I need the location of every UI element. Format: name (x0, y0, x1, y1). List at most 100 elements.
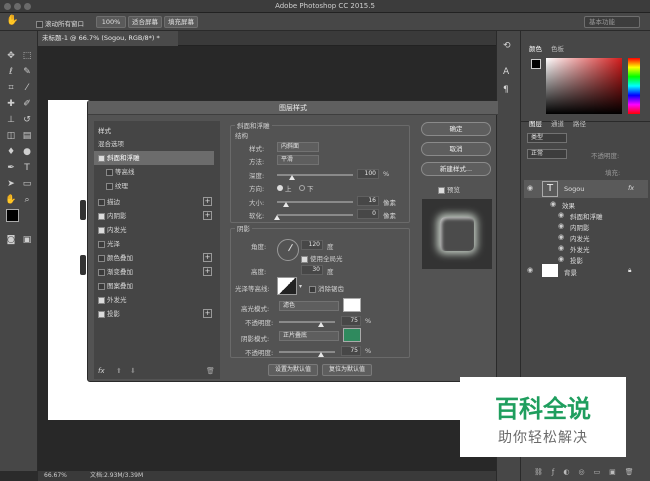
effect-row[interactable]: ◉ 斜面和浮雕 (524, 210, 648, 221)
checkbox-icon[interactable] (438, 186, 445, 194)
shadow-color-swatch[interactable] (343, 328, 361, 342)
eyedropper-tool-icon[interactable]: ⁄ (20, 81, 34, 95)
technique-select[interactable]: 平滑 (277, 155, 319, 165)
layer-filter-select[interactable]: 类型 (527, 133, 567, 143)
shadow-opacity-knob[interactable] (318, 352, 324, 357)
styles-header[interactable]: 样式 (98, 125, 111, 135)
checkbox-icon[interactable] (98, 296, 105, 304)
brush-tool-icon[interactable]: ✐ (20, 97, 34, 111)
effect-row[interactable]: ◉ 外发光 (524, 243, 648, 254)
zoom-100-button[interactable]: 100% (96, 16, 126, 28)
gloss-contour-swatch[interactable] (277, 277, 297, 295)
style-item-color-overlay[interactable]: 颜色叠加 + (94, 251, 214, 265)
fx-badge[interactable]: fx (628, 184, 634, 192)
highlight-opacity-input[interactable]: 75 (341, 316, 361, 326)
dodge-tool-icon[interactable]: ● (20, 145, 34, 159)
style-item-drop-shadow[interactable]: 投影 + (94, 307, 214, 321)
radio-selected-icon[interactable] (277, 185, 283, 191)
size-input[interactable]: 16 (357, 196, 379, 206)
shape-tool-icon[interactable]: ▭ (20, 177, 34, 191)
direction-up-radio[interactable]: 上 (277, 183, 292, 193)
soften-slider-track[interactable] (277, 214, 353, 216)
altitude-input[interactable]: 30 (301, 265, 323, 275)
quick-mask-icon[interactable]: ◙ (4, 233, 18, 247)
tab-layers[interactable]: 图层 (529, 118, 542, 128)
style-item-bevel-emboss[interactable]: 斜面和浮雕 (94, 151, 214, 165)
quick-select-tool-icon[interactable]: ✎ (20, 65, 34, 79)
add-effect-icon[interactable]: + (203, 253, 212, 262)
zoom-tool-icon[interactable]: ⌕ (20, 193, 34, 207)
blur-tool-icon[interactable]: ♦ (4, 145, 18, 159)
history-panel-icon[interactable]: ⟲ (503, 41, 511, 51)
tab-swatches[interactable]: 色板 (551, 43, 564, 53)
checkbox-icon[interactable] (98, 268, 105, 276)
preview-option[interactable]: 预览 (438, 184, 460, 194)
checkbox-icon[interactable] (301, 255, 308, 263)
layers-footer-icons[interactable]: ⛓ƒ◐◎▭▣🗑︎ (524, 468, 648, 478)
checkbox-icon[interactable] (98, 310, 105, 318)
eraser-tool-icon[interactable]: ◫ (4, 129, 18, 143)
minimize-window-button[interactable] (14, 3, 21, 10)
healing-brush-tool-icon[interactable]: ✚ (4, 97, 18, 111)
soften-slider-knob[interactable] (274, 215, 280, 220)
effect-eye-icon[interactable]: ◉ (558, 211, 564, 219)
effect-eye-icon[interactable]: ◉ (558, 233, 564, 241)
style-item-texture[interactable]: 纹理 (94, 179, 214, 193)
style-item-inner-shadow[interactable]: 内阴影 + (94, 209, 214, 223)
crop-tool-icon[interactable]: ⌗ (4, 81, 18, 95)
gradient-tool-icon[interactable]: ▤ (20, 129, 34, 143)
fx-menu-button[interactable]: fx (98, 367, 105, 375)
tab-color[interactable]: 颜色 (529, 43, 542, 53)
effect-row[interactable]: ◉ 内发光 (524, 232, 648, 243)
checkbox-icon[interactable] (309, 285, 316, 293)
size-slider-knob[interactable] (283, 202, 290, 207)
zoom-window-button[interactable] (24, 3, 31, 10)
color-picker-field[interactable] (546, 58, 622, 114)
style-item-contour[interactable]: 等高线 (94, 165, 214, 179)
move-up-icon[interactable]: ⬆ (116, 367, 122, 375)
style-item-pattern-overlay[interactable]: 图案叠加 (94, 279, 214, 293)
style-item-inner-glow[interactable]: 内发光 (94, 223, 214, 237)
checkbox-icon[interactable] (98, 254, 105, 262)
style-item-blending-options[interactable]: 混合选项 (94, 137, 214, 151)
highlight-mode-select[interactable]: 滤色 (279, 301, 339, 311)
highlight-color-swatch[interactable] (343, 298, 361, 312)
scroll-all-windows-option[interactable]: 滚动所有窗口 (36, 18, 84, 28)
antialias-option[interactable]: 消除锯齿 (309, 283, 344, 293)
blend-mode-select[interactable]: 正常 (527, 149, 567, 159)
visibility-eye-icon[interactable]: ◉ (527, 184, 533, 192)
layer-row-background[interactable]: ◉ 背景 🔒︎ (524, 263, 648, 279)
pen-tool-icon[interactable]: ✒ (4, 161, 18, 175)
style-item-satin[interactable]: 光泽 (94, 237, 214, 251)
checkbox-icon[interactable] (98, 240, 105, 248)
checkbox-icon[interactable] (106, 182, 113, 190)
add-effect-icon[interactable]: + (203, 267, 212, 276)
effect-eye-icon[interactable]: ◉ (558, 244, 564, 252)
path-select-tool-icon[interactable]: ➤ (4, 177, 18, 191)
checkbox-icon[interactable] (98, 198, 105, 206)
checkbox-icon[interactable] (98, 212, 105, 220)
effects-row[interactable]: ◉ 效果 (524, 199, 648, 210)
layer-row-sogou[interactable]: ◉ T Sogou fx (524, 180, 648, 198)
type-tool-icon[interactable]: T (20, 161, 34, 175)
highlight-opacity-track[interactable] (279, 321, 335, 323)
shadow-opacity-input[interactable]: 75 (341, 346, 361, 356)
clone-stamp-tool-icon[interactable]: ⊥ (4, 113, 18, 127)
soften-input[interactable]: 0 (357, 209, 379, 219)
checkbox-icon[interactable] (98, 154, 105, 162)
bevel-style-select[interactable]: 内斜面 (277, 142, 319, 152)
chevron-down-icon[interactable]: ▾ (299, 283, 302, 290)
close-window-button[interactable] (4, 3, 11, 10)
effect-eye-icon[interactable]: ◉ (558, 222, 564, 230)
workspace-select[interactable]: 基本功能 (584, 16, 640, 28)
tab-channels[interactable]: 通道 (551, 118, 564, 128)
highlight-opacity-knob[interactable] (318, 322, 324, 327)
global-light-option[interactable]: 使用全局光 (301, 253, 343, 263)
ok-button[interactable]: 确定 (421, 122, 491, 136)
effect-eye-icon[interactable]: ◉ (558, 255, 564, 263)
angle-dial-icon[interactable] (277, 239, 299, 261)
visibility-eye-icon[interactable]: ◉ (527, 266, 533, 274)
add-effect-icon[interactable]: + (203, 197, 212, 206)
fit-screen-button[interactable]: 适合屏幕 (128, 16, 162, 28)
hue-slider[interactable] (628, 58, 640, 114)
